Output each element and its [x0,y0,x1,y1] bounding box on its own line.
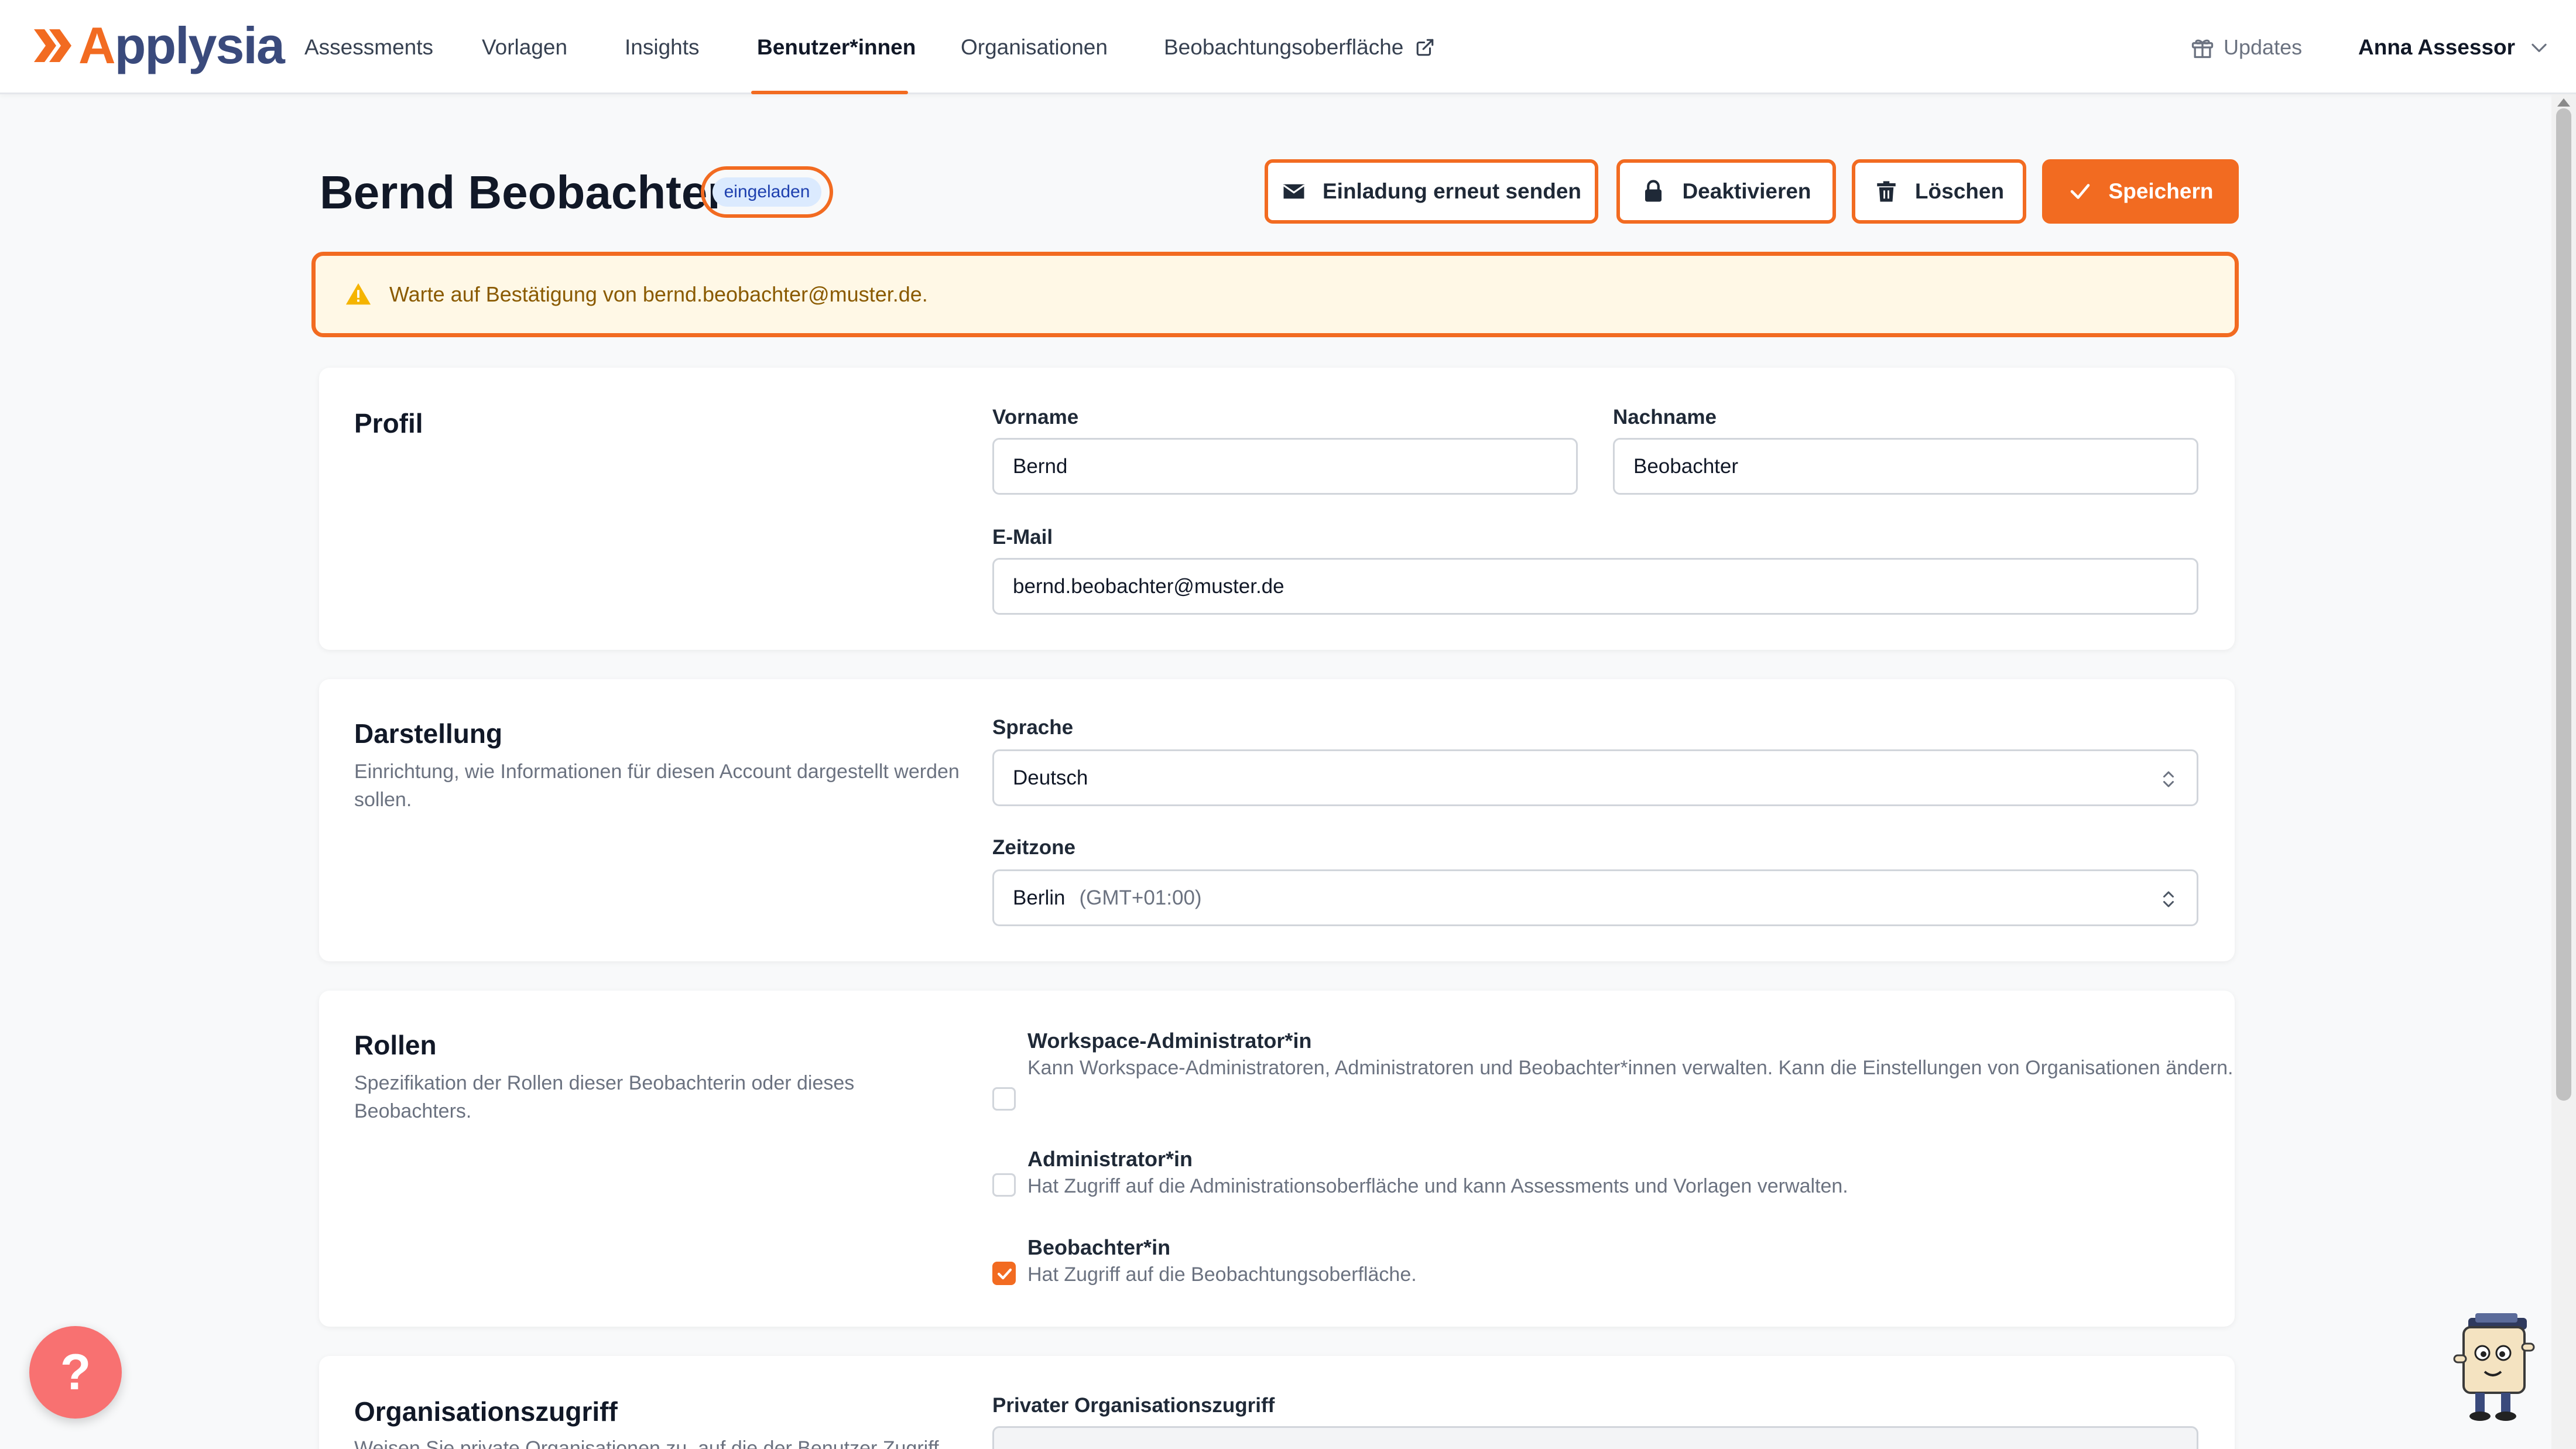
envelope-icon [1283,184,1305,199]
beobachter-checkbox[interactable] [992,1262,1016,1285]
nav-item-beobachtungsoberflaeche[interactable]: Beobachtungsoberfläche [1164,0,1435,94]
workspace-admin-checkbox[interactable] [992,1087,1016,1111]
chevron-down-icon [2532,43,2547,52]
timezone-label: Zeitzone [992,836,1075,859]
role-description: Hat Zugriff auf die Beobachtungsoberfläc… [1027,1263,1417,1286]
nav-item-insights[interactable]: Insights [625,0,700,94]
nav-item-benutzer-innen[interactable]: Benutzer*innen [757,0,916,94]
page-title: Bernd Beobachter [320,166,726,218]
org-access-section-title: Organisationszugriff [354,1396,618,1427]
trash-icon [1877,181,1896,202]
private-org-access-label: Privater Organisationszugriff [992,1394,1275,1417]
last-name-input[interactable] [1613,438,2198,495]
timezone-select[interactable]: Berlin (GMT+01:00) [992,869,2198,926]
first-name-label: Vorname [992,406,1079,429]
display-section-description: Einrichtung, wie Informationen für diese… [354,761,960,811]
delete-button[interactable]: Löschen [1852,159,2026,224]
status-badge: eingeladen [701,166,833,218]
last-name-label: Nachname [1613,406,1717,429]
top-navigation-bar: Applysia Assessments Vorlagen Insights B… [0,0,2576,94]
checkmark-icon [997,1268,1012,1280]
nav-item-organisationen[interactable]: Organisationen [961,0,1108,94]
nav-item-vorlagen[interactable]: Vorlagen [482,0,567,94]
logo-text: Applysia [78,16,285,74]
resend-invitation-button[interactable]: Einladung erneut senden [1265,159,1598,224]
active-tab-indicator [751,91,908,94]
updates-button[interactable]: Updates [2190,29,2302,66]
email-input[interactable] [992,558,2198,615]
roles-card: Rollen Spezifikation der Rollen dieser B… [319,991,2235,1327]
deactivate-button[interactable]: Deaktivieren [1616,159,1836,224]
organization-access-card: Organisationszugriff Weisen Sie private … [319,1356,2235,1449]
role-description: Hat Zugriff auf die Administrationsoberf… [1027,1175,1848,1197]
display-section-title: Darstellung [354,718,503,749]
checkmark-icon [2070,184,2089,199]
first-name-input[interactable] [992,438,1578,495]
profile-card: Profil Vorname Nachname E-Mail [319,368,2235,650]
gift-icon [2191,39,2214,59]
email-label: E-Mail [992,526,1053,549]
warning-icon [345,283,371,305]
nav-item-assessments[interactable]: Assessments [304,0,433,94]
role-title: Beobachter*in [1027,1235,1171,1259]
logo-chevrons-icon [34,29,71,62]
roles-section-description: Spezifikation der Rollen dieser Beobacht… [354,1072,855,1122]
external-link-icon [1417,39,1434,56]
profile-section-title: Profil [354,408,423,439]
help-button[interactable]: ? [29,1326,122,1419]
role-description: Kann Workspace-Administratoren, Administ… [1027,1057,2234,1079]
org-access-section-description: Weisen Sie private Organisationen zu, au… [354,1437,939,1449]
language-select[interactable]: Deutsch [992,749,2198,806]
scrollbar-thumb[interactable] [2556,108,2571,1101]
role-title: Workspace-Administrator*in [1027,1029,1312,1053]
scroll-up-arrow-icon[interactable] [2557,98,2570,107]
applysia-logo[interactable]: Applysia [34,16,285,75]
private-org-access-input[interactable] [992,1426,2198,1449]
display-card: Darstellung Einrichtung, wie Information… [319,679,2235,961]
save-button[interactable]: Speichern [2042,159,2239,224]
select-chevrons-icon [2163,771,2174,787]
select-chevrons-icon [2163,891,2174,907]
language-label: Sprache [992,716,1074,739]
pending-confirmation-alert: Warte auf Bestätigung von bernd.beobacht… [311,252,2239,337]
roles-section-title: Rollen [354,1030,437,1060]
role-title: Administrator*in [1027,1147,1193,1171]
mascot-character-icon[interactable] [2447,1308,2541,1426]
user-menu[interactable]: Anna Assessor [2358,29,2550,66]
lock-icon [1645,180,1662,202]
administrator-checkbox[interactable] [992,1173,1016,1197]
